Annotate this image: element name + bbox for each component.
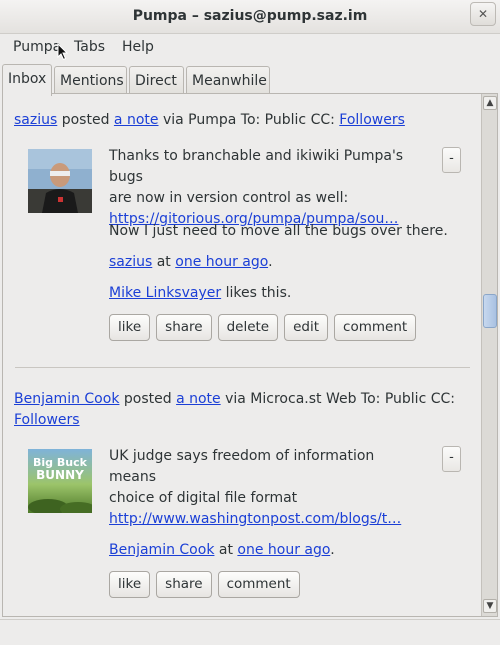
footer-author-link[interactable]: Benjamin Cook: [109, 542, 214, 558]
scrollbar-thumb[interactable]: [483, 294, 497, 328]
post-body: UK judge says freedom of information mea…: [109, 446, 419, 509]
menu-pumpa[interactable]: Pumpa: [13, 39, 61, 55]
tab-label: Direct: [135, 73, 177, 89]
avatar-photo: [28, 149, 92, 213]
footer-author-link[interactable]: sazius: [109, 254, 152, 270]
share-button[interactable]: share: [156, 571, 212, 598]
post-separator: [15, 367, 470, 368]
footer-dot: .: [268, 254, 273, 270]
tab-label: Mentions: [60, 73, 124, 89]
footer-dot: .: [330, 542, 335, 558]
timeline-content: sazius posted a note via Pumpa To: Publi…: [3, 94, 480, 616]
post-footer: Benjamin Cook at one hour ago.: [109, 540, 419, 561]
avatar-image: Big Buck BUNNY: [28, 449, 92, 513]
tab-bar: Inbox Mentions Direct Meanwhile: [0, 64, 500, 96]
tab-meanwhile[interactable]: Meanwhile: [186, 66, 270, 94]
post-url-line: http://www.washingtonpost.com/blogs/t…: [109, 509, 419, 530]
timestamp-link[interactable]: one hour ago: [237, 542, 330, 558]
post-verb: posted: [57, 112, 114, 128]
author-link[interactable]: sazius: [14, 112, 57, 128]
timeline-panel: sazius posted a note via Pumpa To: Publi…: [2, 93, 498, 617]
comment-button[interactable]: comment: [217, 571, 300, 598]
collapse-button[interactable]: -: [442, 446, 461, 472]
post-actions: like share comment: [109, 571, 306, 599]
like-button[interactable]: like: [109, 571, 151, 598]
object-link[interactable]: a note: [114, 112, 159, 128]
cc-link[interactable]: Followers: [339, 112, 405, 128]
post-text-extra: Now I just need to move all the bugs ove…: [109, 223, 448, 239]
vertical-scrollbar[interactable]: ▲ ▼: [481, 94, 497, 616]
post-text-line: UK judge says freedom of information mea…: [109, 448, 375, 485]
post-via: via Pumpa To: Public CC:: [158, 112, 340, 128]
object-link[interactable]: a note: [176, 391, 221, 407]
menubar: Pumpa Tabs Help: [0, 34, 500, 62]
avatar-logo-line: BUNNY: [36, 468, 84, 482]
footer-at: at: [152, 254, 176, 270]
delete-button[interactable]: delete: [217, 314, 279, 341]
footer-at: at: [214, 542, 238, 558]
liker-link[interactable]: Mike Linksvayer: [109, 285, 221, 301]
mouse-cursor-icon: [57, 43, 69, 61]
collapse-button[interactable]: -: [442, 147, 461, 173]
post-url-link[interactable]: http://www.washingtonpost.com/blogs/t…: [109, 511, 401, 527]
post-footer: sazius at one hour ago.: [109, 252, 419, 273]
share-button[interactable]: share: [156, 314, 212, 341]
post-body: Thanks to branchable and ikiwiki Pumpa's…: [109, 146, 419, 230]
tab-direct[interactable]: Direct: [129, 66, 184, 94]
tab-mentions[interactable]: Mentions: [54, 66, 127, 94]
scroll-down-arrow-icon[interactable]: ▼: [483, 599, 497, 613]
menu-tabs[interactable]: Tabs: [74, 39, 105, 55]
edit-button[interactable]: edit: [284, 314, 329, 341]
post-text-line: choice of digital file format: [109, 490, 298, 506]
post-actions: like share delete edit comment: [109, 314, 422, 342]
scroll-up-arrow-icon[interactable]: ▲: [483, 96, 497, 110]
author-link[interactable]: Benjamin Cook: [14, 391, 119, 407]
timestamp-link[interactable]: one hour ago: [175, 254, 268, 270]
menu-help[interactable]: Help: [122, 39, 154, 55]
tab-label: Inbox: [8, 71, 47, 87]
post-text-line: are now in version control as well:: [109, 190, 349, 206]
window-titlebar: Pumpa – sazius@pump.saz.im ✕: [0, 0, 500, 34]
likes-line: Mike Linksvayer likes this.: [109, 283, 419, 304]
post-header: Benjamin Cook posted a note via Microca.…: [14, 389, 464, 431]
likes-text: likes this.: [221, 285, 292, 301]
tab-label: Meanwhile: [192, 73, 267, 89]
like-button[interactable]: like: [109, 314, 151, 341]
comment-button[interactable]: comment: [334, 314, 417, 341]
post-via: via Microca.st Web To: Public CC:: [220, 391, 455, 407]
cc-link[interactable]: Followers: [14, 412, 80, 428]
post-header: sazius posted a note via Pumpa To: Publi…: [14, 110, 464, 131]
post-verb: posted: [119, 391, 177, 407]
post-text-line: Thanks to branchable and ikiwiki Pumpa's…: [109, 148, 404, 185]
avatar[interactable]: [28, 149, 92, 213]
close-icon[interactable]: ✕: [470, 2, 496, 26]
window-title: Pumpa – sazius@pump.saz.im: [132, 8, 368, 24]
avatar[interactable]: Big Buck BUNNY: [28, 449, 92, 513]
tab-inbox[interactable]: Inbox: [2, 64, 52, 96]
status-bar: [0, 619, 500, 645]
